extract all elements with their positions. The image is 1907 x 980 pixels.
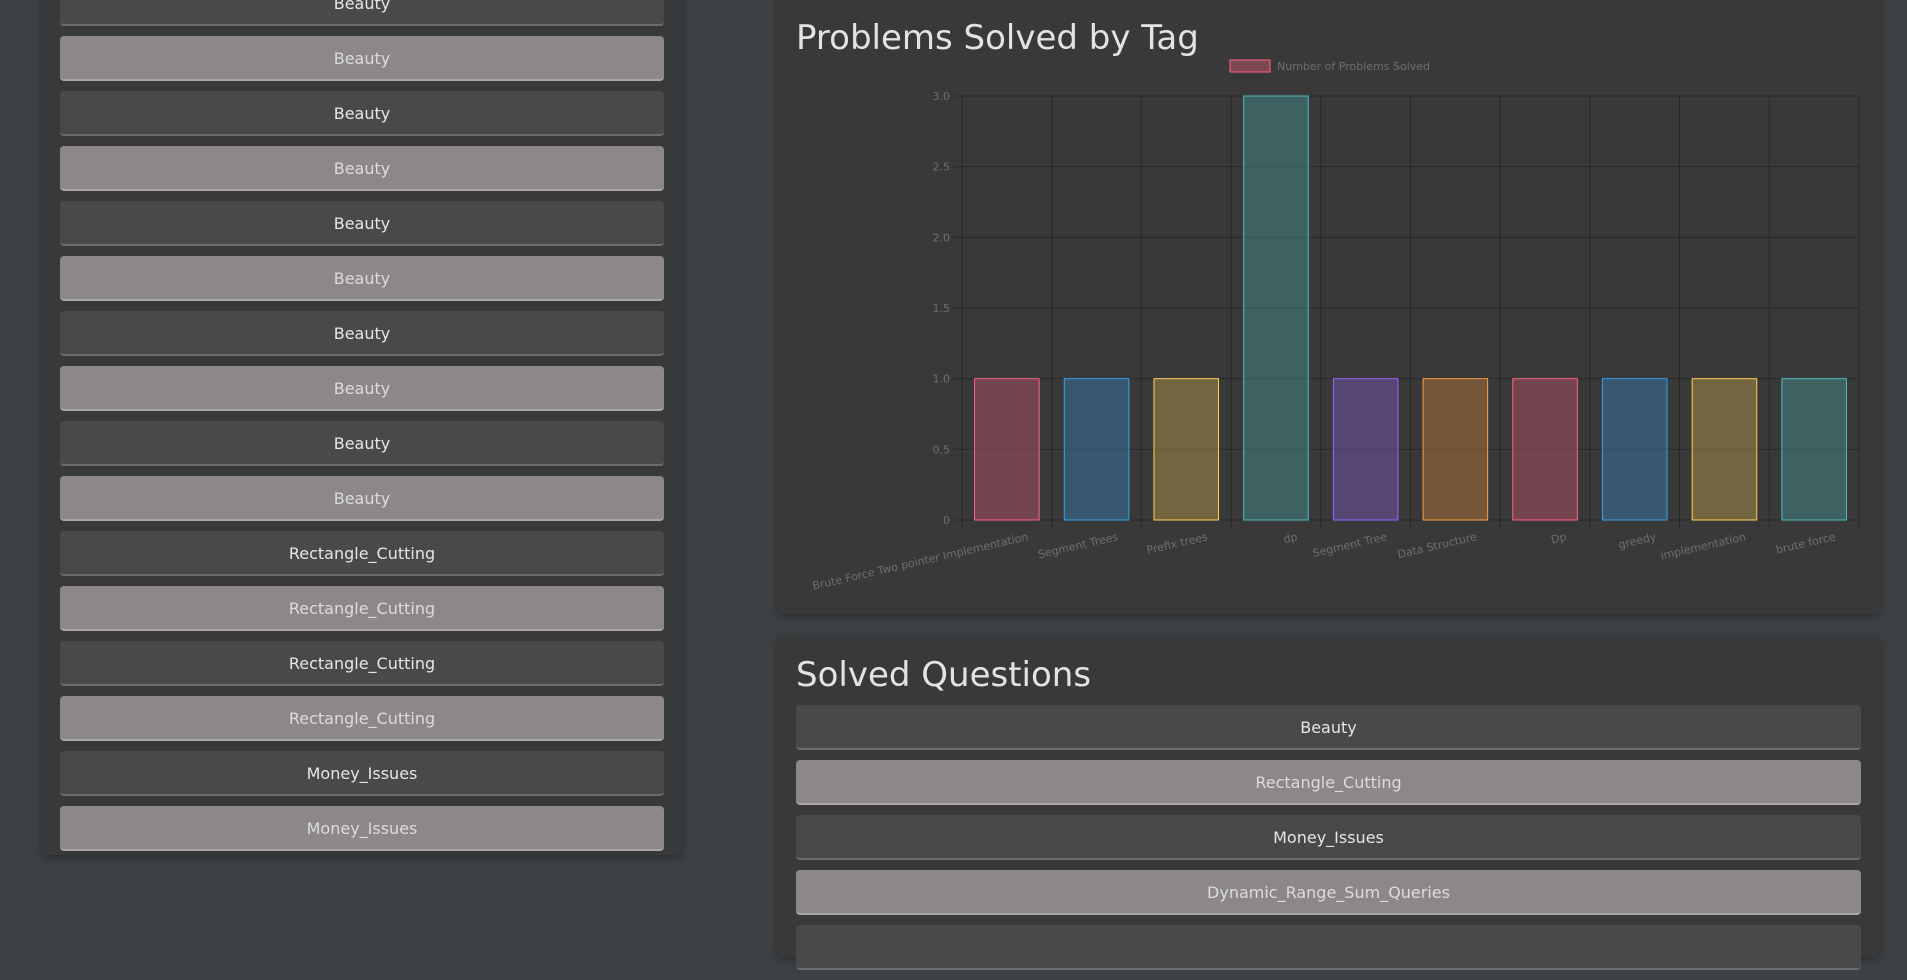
solved-question-list: Beauty Rectangle_Cutting Money_Issues Dynam… (796, 705, 1861, 980)
bar (1153, 378, 1220, 521)
x-tick-label: greedy (1617, 530, 1658, 551)
y-tick-label: 1.5 (933, 302, 951, 315)
y-tick-label: 2.0 (933, 231, 951, 244)
question-button[interactable]: Rectangle_Cutting (60, 531, 664, 576)
question-button[interactable]: Beauty (60, 0, 664, 26)
question-button[interactable]: Rectangle_Cutting (60, 641, 664, 686)
bar-chart: 0 0.5 1.0 1.5 2.0 2.5 3.0 Brute Force Two point… (811, 59, 1860, 593)
chart-card: Problems Solved by Tag 0 0.5 1.0 1.5 2.0 2.5 3… (777, 0, 1880, 614)
question-button[interactable]: Beauty (60, 256, 664, 301)
question-button[interactable]: Rectangle_Cutting (60, 696, 664, 741)
x-tick-label: dp (1282, 530, 1299, 546)
question-button[interactable]: Rectangle_Cutting (60, 586, 664, 631)
question-button[interactable]: Beauty (60, 366, 664, 411)
left-question-list: Beauty Beauty Beauty Beauty Beauty Beauty Beau… (60, 0, 664, 861)
y-tick-label: 0 (943, 514, 950, 527)
question-button[interactable]: Rectangle_Cutting (796, 760, 1861, 805)
x-tick-label: Segment Trees (1037, 530, 1120, 561)
x-tick-label: Segment Tree (1311, 530, 1388, 560)
x-tick-label: Dp (1550, 530, 1568, 546)
bar (1601, 378, 1668, 521)
bar (1691, 378, 1758, 521)
x-tick-label: Prefix trees (1145, 530, 1209, 557)
y-tick-label: 3.0 (933, 90, 951, 103)
question-button[interactable]: Money_Issues (60, 751, 664, 796)
solved-questions-title: Solved Questions (796, 655, 1092, 695)
question-button[interactable]: Beauty (60, 36, 664, 81)
question-button[interactable]: Beauty (796, 705, 1861, 750)
legend-label: Number of Problems Solved (1277, 60, 1430, 73)
bar (1781, 378, 1847, 521)
question-button[interactable]: Beauty (60, 201, 664, 246)
question-button[interactable] (796, 925, 1861, 970)
x-tick-label: Data Structure (1396, 530, 1478, 561)
question-button[interactable]: Money_Issues (796, 815, 1861, 860)
bar (1422, 378, 1489, 521)
y-tick-label: 0.5 (933, 443, 951, 456)
question-button[interactable]: Beauty (60, 91, 664, 136)
question-button[interactable]: Beauty (60, 421, 664, 466)
y-tick-label: 1.0 (933, 373, 951, 386)
question-button[interactable]: Beauty (60, 476, 664, 521)
y-tick-label: 2.5 (933, 161, 951, 174)
question-button[interactable]: Beauty (60, 311, 664, 356)
legend-swatch (1229, 59, 1271, 73)
x-tick-label: implementation (1659, 530, 1747, 562)
bar (1243, 95, 1309, 521)
x-tick-label: brute force (1775, 530, 1837, 556)
question-button[interactable]: Beauty (60, 146, 664, 191)
question-button[interactable]: Money_Issues (60, 806, 664, 851)
x-tick-label: Brute Force Two pointer Implementation (811, 530, 1029, 592)
bar (1332, 378, 1399, 521)
bar (974, 378, 1040, 521)
bar (1512, 378, 1578, 521)
question-button[interactable]: Dynamic_Range_Sum_Queries (796, 870, 1861, 915)
solved-questions-card: Solved Questions Beauty Rectangle_Cutting… (777, 637, 1880, 970)
bar (1063, 378, 1130, 521)
